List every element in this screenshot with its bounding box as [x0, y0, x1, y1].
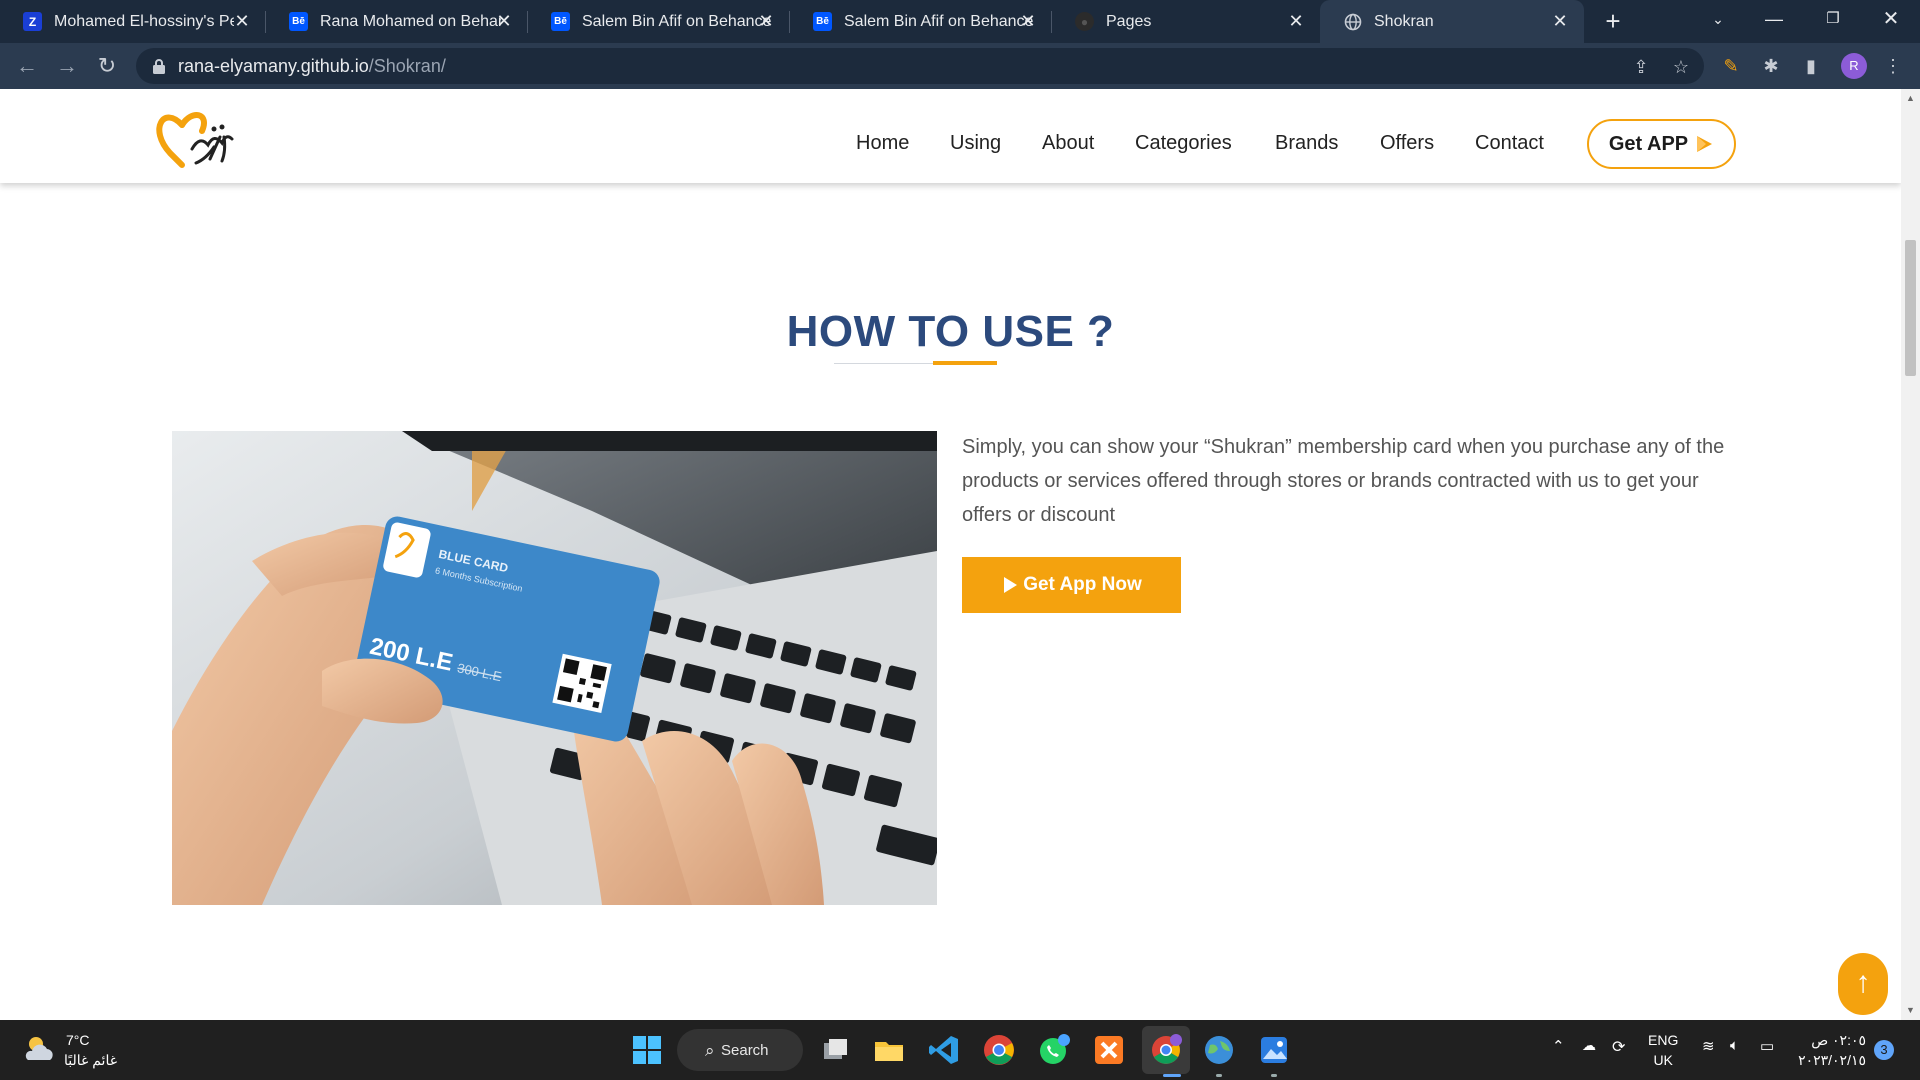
share-icon[interactable]: ⇪ — [1630, 56, 1652, 78]
behance-favicon-icon: Bē — [551, 12, 570, 31]
nav-brands[interactable]: Brands — [1275, 132, 1338, 155]
close-tab-icon[interactable]: ✕ — [1550, 11, 1570, 31]
membership-card-photo: BLUE CARD 6 Months Subscription 200 L.E … — [172, 431, 937, 905]
weather-condition[interactable]: غائم غالبًا — [64, 1052, 117, 1069]
github-favicon-icon: ● — [1075, 12, 1094, 31]
file-explorer-icon[interactable] — [872, 1033, 906, 1067]
scroll-up-arrow-icon[interactable]: ▲ — [1905, 93, 1916, 103]
get-app-now-button[interactable]: Get App Now — [962, 557, 1181, 613]
zoho-favicon-icon: Z — [23, 12, 42, 31]
vscode-icon[interactable] — [927, 1033, 961, 1067]
get-app-now-label: Get App Now — [1023, 574, 1142, 595]
get-app-button[interactable]: Get APP — [1587, 119, 1736, 169]
title-accent-bar — [933, 361, 997, 365]
globe-icon — [1343, 12, 1362, 31]
browser-tab[interactable]: Bē Salem Bin Afif on Behance ✕ — [790, 0, 1052, 43]
tab-title: Shokran — [1374, 12, 1434, 30]
nav-contact[interactable]: Contact — [1475, 132, 1544, 155]
page-scrollbar[interactable]: ▲ ▼ — [1901, 89, 1920, 1020]
search-icon: ⌕ — [705, 1041, 715, 1060]
browser-tab-active[interactable]: Shokran ✕ — [1320, 0, 1584, 43]
browser-toolbar: ← → ↻ rana-elyamany.github.io/Shokran/ ⇪… — [0, 43, 1920, 89]
shukran-logo[interactable] — [152, 99, 236, 179]
notification-badge[interactable]: 3 — [1874, 1040, 1894, 1060]
close-tab-icon[interactable]: ✕ — [232, 11, 252, 31]
nav-about[interactable]: About — [1042, 132, 1094, 155]
task-view-icon[interactable] — [818, 1033, 852, 1067]
onedrive-error-icon[interactable]: ☁ — [1582, 1037, 1596, 1054]
windows-start-icon[interactable] — [630, 1033, 664, 1067]
battery-icon[interactable]: ▭ — [1760, 1037, 1774, 1055]
how-to-use-description: Simply, you can show your “Shukran” memb… — [962, 436, 1725, 526]
side-panel-icon[interactable]: ▮ — [1800, 55, 1822, 77]
behance-favicon-icon: Bē — [813, 12, 832, 31]
back-arrow-icon[interactable]: ← — [12, 51, 42, 81]
browser-tab-strip: Z Mohamed El-hossiny's Pers ✕ Bē Rana Mo… — [0, 0, 1920, 43]
pen-extension-icon[interactable]: ✎ — [1720, 55, 1742, 77]
close-tab-icon[interactable]: ✕ — [494, 11, 514, 31]
browser-tab[interactable]: Z Mohamed El-hossiny's Pers ✕ — [0, 0, 266, 43]
back-to-top-button[interactable]: ↑ — [1838, 953, 1888, 1015]
reload-icon[interactable]: ↻ — [92, 51, 122, 81]
volume-icon[interactable]: 🔈︎ — [1730, 1037, 1739, 1054]
browser-tab[interactable]: Bē Rana Mohamed on Behanc ✕ — [266, 0, 528, 43]
chrome-icon[interactable] — [982, 1033, 1016, 1067]
address-bar[interactable]: rana-elyamany.github.io/Shokran/ ⇪ ☆ — [136, 48, 1704, 84]
tab-title: Pages — [1106, 12, 1152, 30]
section-title: HOW TO USE ? — [786, 307, 1115, 356]
url-text[interactable]: rana-elyamany.github.io/Shokran/ — [178, 56, 446, 77]
get-app-label: Get APP — [1608, 132, 1689, 155]
taskbar-search[interactable]: ⌕ Search — [677, 1029, 803, 1071]
profile-avatar[interactable]: R — [1841, 53, 1867, 79]
close-tab-icon[interactable]: ✕ — [1018, 11, 1038, 31]
nav-offers[interactable]: Offers — [1380, 132, 1434, 155]
tab-search-chevron-icon[interactable]: ⌄ — [1693, 0, 1743, 40]
wifi-icon[interactable]: ≋ — [1702, 1037, 1715, 1055]
windows-taskbar: 7°C غائم غالبًا ⌕ Search ⌃ ☁ ⟳ ENG UK ≋ … — [0, 1020, 1920, 1080]
play-store-icon — [1697, 136, 1713, 152]
running-indicator — [1271, 1074, 1277, 1077]
scroll-down-arrow-icon[interactable]: ▼ — [1905, 1005, 1916, 1015]
taskbar-clock[interactable]: ٠٢:٠٥ ص ٢٠٢٣/٠٢/١٥ — [1796, 1030, 1866, 1070]
show-hidden-icons-chevron-icon[interactable]: ⌃ — [1552, 1037, 1565, 1055]
tab-title: Rana Mohamed on Behanc — [320, 12, 502, 30]
site-header: Home Using About Categories Brands Offer… — [0, 89, 1901, 183]
close-window-button[interactable]: ✕ — [1866, 0, 1916, 40]
close-tab-icon[interactable]: ✕ — [1286, 11, 1306, 31]
weather-cloud-sun-icon[interactable] — [22, 1034, 56, 1064]
nav-using[interactable]: Using — [950, 132, 1001, 155]
bookmark-star-icon[interactable]: ☆ — [1670, 56, 1692, 78]
xampp-icon[interactable] — [1092, 1033, 1126, 1067]
whatsapp-icon[interactable] — [1037, 1033, 1071, 1067]
weather-temperature[interactable]: 7°C — [66, 1032, 90, 1048]
tab-title: Salem Bin Afif on Behance — [582, 12, 772, 30]
forward-arrow-icon[interactable]: → — [52, 51, 82, 81]
tab-title: Salem Bin Afif on Behance — [844, 12, 1034, 30]
chrome-profile-icon[interactable] — [1149, 1033, 1183, 1067]
globe-app-icon[interactable] — [1202, 1033, 1236, 1067]
nav-categories[interactable]: Categories — [1135, 132, 1232, 155]
page-viewport: Home Using About Categories Brands Offer… — [0, 89, 1901, 1020]
tab-title: Mohamed El-hossiny's Pers — [54, 12, 234, 30]
close-tab-icon[interactable]: ✕ — [756, 11, 776, 31]
browser-tab[interactable]: ● Pages ✕ — [1052, 0, 1320, 43]
browser-tab[interactable]: Bē Salem Bin Afif on Behance ✕ — [528, 0, 790, 43]
minimize-button[interactable]: — — [1749, 0, 1799, 40]
scrollbar-thumb[interactable] — [1905, 240, 1916, 376]
menu-kebab-icon[interactable]: ⋮ — [1882, 55, 1904, 77]
active-indicator — [1163, 1074, 1181, 1077]
language-indicator[interactable]: ENG UK — [1648, 1030, 1678, 1070]
play-icon — [1004, 577, 1018, 593]
search-label: Search — [721, 1041, 769, 1059]
photos-app-icon[interactable] — [1257, 1033, 1291, 1067]
restore-button[interactable]: ❐ — [1808, 0, 1858, 40]
extensions-puzzle-icon[interactable]: ✱ — [1760, 55, 1782, 77]
behance-favicon-icon: Bē — [289, 12, 308, 31]
nav-home[interactable]: Home — [856, 132, 909, 155]
sync-icon[interactable]: ⟳ — [1612, 1037, 1625, 1057]
running-indicator — [1216, 1074, 1222, 1077]
new-tab-button[interactable]: + — [1598, 7, 1628, 37]
lock-icon[interactable] — [152, 58, 166, 74]
